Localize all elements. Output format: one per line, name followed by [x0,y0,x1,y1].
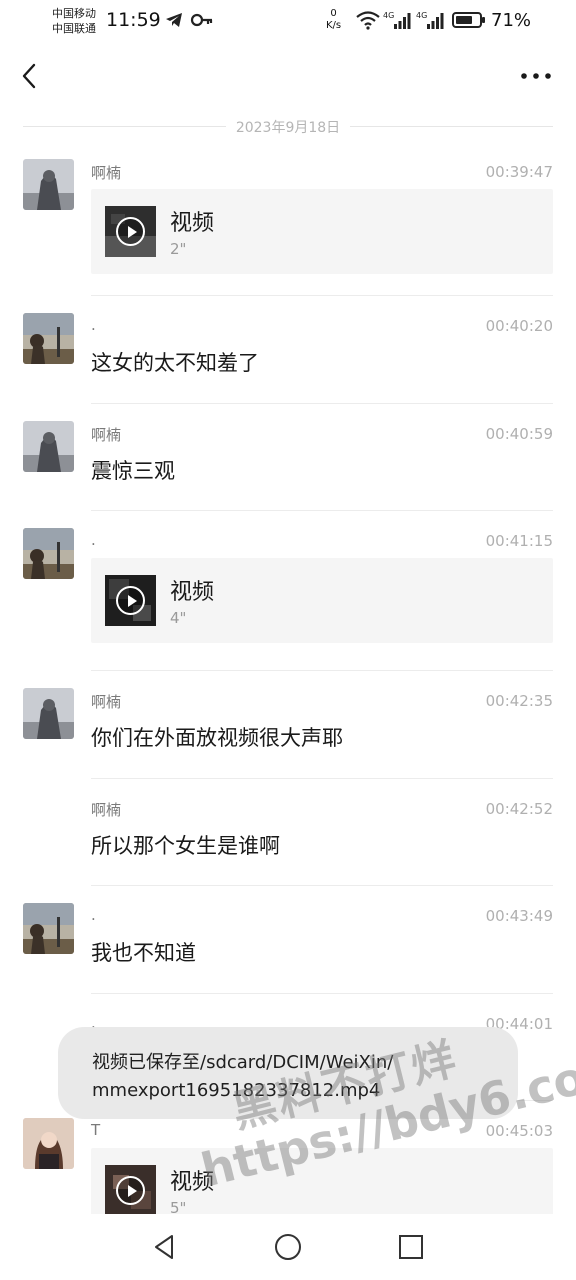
video-thumbnail [105,1165,156,1214]
telegram-icon [166,13,182,27]
video-duration: 4" [170,609,187,627]
message-time: 00:40:20 [485,317,553,335]
video-duration: 2" [170,240,187,258]
play-icon [116,217,145,246]
video-label: 视频 [170,580,215,605]
message-text: 这女的太不知羞了 [91,351,259,375]
speed-value: 0 [330,8,337,19]
date-label: 2023年9月18日 [225,120,351,136]
sender-name: . [91,531,96,549]
video-message[interactable]: 视频 2" [91,189,553,274]
list-item[interactable]: 啊楠 00:39:47 视频 2" [0,142,576,296]
message-text: 你们在外面放视频很大声耶 [91,726,343,750]
battery-icon [452,12,485,28]
list-item[interactable]: . 00:43:49 我也不知道 [0,886,576,994]
avatar[interactable] [23,313,74,364]
message-time: 00:42:35 [485,692,553,710]
list-item[interactable]: 啊楠 00:40:59 震惊三观 [0,404,576,511]
home-circle-icon [275,1234,301,1260]
video-label: 视频 [170,1170,215,1195]
message-time: 00:42:52 [485,799,553,818]
carrier-1: 中国移动 [52,7,96,20]
list-item[interactable]: 啊楠 00:42:35 你们在外面放视频很大声耶 [0,671,576,779]
avatar[interactable] [23,420,74,472]
chevron-left-icon [22,63,36,89]
speed-unit: K/s [326,20,342,31]
message-time: 00:41:15 [485,532,553,550]
message-text: 震惊三观 [91,458,175,483]
play-icon [116,1176,145,1205]
toast-line-1: 视频已保存至/sdcard/DCIM/WeiXin/ [92,1052,394,1073]
key-icon [190,13,213,27]
status-time: 11:59 [106,9,161,31]
carrier-labels: 中国移动 中国联通 [52,6,96,36]
avatar[interactable] [23,159,74,210]
date-divider: 2023年9月18日 [23,116,553,138]
sender-name: 啊楠 [91,800,122,819]
list-item[interactable]: . 00:40:20 这女的太不知羞了 [0,296,576,404]
message-time: 00:40:59 [485,424,553,443]
avatar[interactable] [23,1118,74,1169]
nav-back-button[interactable] [150,1232,180,1262]
carrier-2: 中国联通 [52,22,96,35]
signal-4g-icon: 4G [416,11,444,29]
system-nav-bar [0,1214,576,1280]
message-text: 我也不知道 [91,941,196,965]
video-duration: 5" [170,1199,187,1214]
list-item[interactable]: 啊楠 00:42:52 所以那个女生是谁啊 [0,779,576,886]
video-message[interactable]: 视频 5" [91,1148,553,1214]
status-bar: 中国移动 中国联通 11:59 0 K/s 4G 4G 71% [0,0,576,44]
chat-header [0,44,576,108]
sender-name: . [91,906,96,924]
video-thumbnail [105,575,156,626]
sender-name: 啊楠 [91,425,122,444]
svg-text:4G: 4G [383,11,394,20]
play-icon [116,586,145,615]
sender-name: 啊楠 [91,693,122,711]
back-button[interactable] [16,60,44,92]
video-thumbnail [105,206,156,257]
svg-text:4G: 4G [416,11,427,20]
nav-recents-button[interactable] [396,1232,426,1262]
save-toast: 视频已保存至/sdcard/DCIM/WeiXin/ mmexport16951… [58,1027,518,1119]
video-message[interactable]: 视频 4" [91,558,553,643]
signal-4g-icon: 4G [383,11,411,29]
avatar[interactable] [23,688,74,739]
wifi-icon [356,11,380,30]
sender-name: T [91,1121,101,1139]
video-label: 视频 [170,211,215,236]
nav-home-button[interactable] [273,1232,303,1262]
list-item[interactable]: . 00:41:15 视频 4" [0,511,576,671]
recents-square-icon [399,1235,423,1259]
message-time: 00:43:49 [485,907,553,925]
network-speed: 0 K/s [326,8,341,32]
avatar[interactable] [23,903,74,954]
sender-name: . [91,316,96,334]
battery-percent: 71% [491,10,532,31]
more-dots-icon [521,73,551,79]
message-text: 所以那个女生是谁啊 [91,833,280,858]
message-time: 00:39:47 [485,163,553,181]
avatar[interactable] [23,528,74,579]
sender-name: 啊楠 [91,164,122,182]
back-triangle-icon [155,1235,173,1259]
toast-line-2: mmexport1695182337812.mp4 [92,1080,381,1101]
more-button[interactable] [516,66,556,86]
message-time: 00:45:03 [485,1122,553,1140]
